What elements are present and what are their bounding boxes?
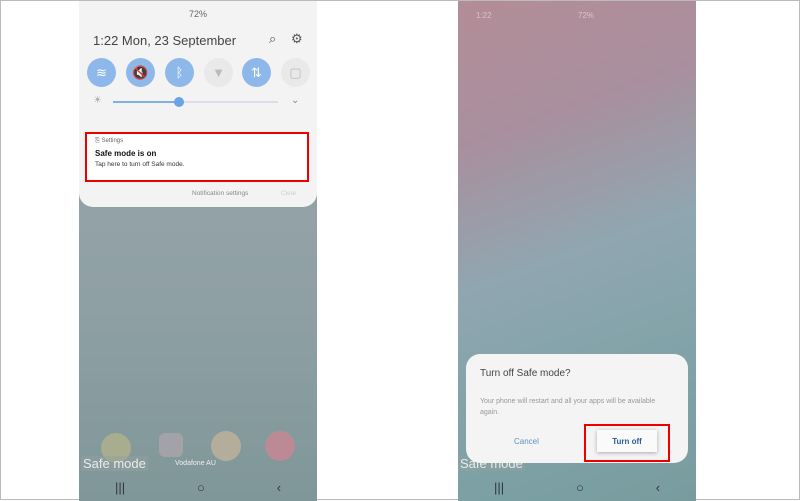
bluetooth-toggle[interactable]: ᛒ	[165, 58, 194, 87]
brightness-icon: ☀	[93, 95, 102, 106]
right-phone-screen: 1:22 72% Safe mode Turn off Safe mode? Y…	[458, 1, 696, 501]
recents-button[interactable]: |||	[115, 480, 125, 495]
navigation-bar: ||| ○ ‹	[79, 480, 317, 495]
status-bar: 72%	[188, 9, 207, 19]
power-saving-toggle[interactable]: ▢	[281, 58, 310, 87]
back-button[interactable]: ‹	[277, 480, 281, 495]
notification-settings-button[interactable]: Notification settings	[192, 190, 248, 197]
dialog-body: Your phone will restart and all your app…	[480, 398, 656, 416]
mobile-data-toggle[interactable]: ⇅	[242, 58, 271, 87]
notification-body: Tap here to turn off Safe mode.	[95, 161, 185, 168]
safe-mode-notification[interactable]: ⎘ Settings Safe mode is on Tap here to t…	[85, 132, 309, 182]
date-time: 1:22 Mon, 23 September	[93, 33, 237, 48]
brightness-slider[interactable]	[113, 97, 278, 107]
recents-button[interactable]: |||	[494, 480, 504, 495]
status-bar: 72%	[578, 11, 595, 20]
slider-knob[interactable]	[174, 97, 184, 107]
cancel-button[interactable]: Cancel	[514, 437, 539, 446]
clear-button[interactable]: Clear	[281, 190, 297, 197]
turn-off-highlight	[584, 424, 670, 462]
search-icon[interactable]: ⌕	[269, 31, 276, 47]
notification-title: Safe mode is on	[95, 149, 157, 158]
status-time: 1:22	[476, 11, 492, 20]
home-button[interactable]: ○	[576, 480, 584, 495]
gear-icon[interactable]: ⚙	[291, 31, 303, 47]
flashlight-toggle[interactable]: ▼	[204, 58, 233, 87]
notification-panel: 72% 1:22 Mon, 23 September ⌕ ⚙ ≋ 🔇 ᛒ ▼ ⇅…	[79, 1, 317, 207]
safe-mode-watermark: Safe mode	[81, 456, 148, 471]
notification-app: Settings	[101, 138, 124, 144]
back-button[interactable]: ‹	[656, 480, 660, 495]
home-button[interactable]: ○	[197, 480, 205, 495]
chevron-down-icon[interactable]: ⌄	[291, 95, 299, 106]
navigation-bar: ||| ○ ‹	[458, 480, 696, 495]
dialog-title: Turn off Safe mode?	[480, 368, 571, 379]
carrier-label: Vodafone AU	[175, 460, 216, 467]
wifi-toggle[interactable]: ≋	[87, 58, 116, 87]
sound-toggle[interactable]: 🔇	[126, 58, 155, 87]
left-phone-screen: Safe mode Vodafone AU 72% 1:22 Mon, 23 S…	[79, 1, 317, 501]
